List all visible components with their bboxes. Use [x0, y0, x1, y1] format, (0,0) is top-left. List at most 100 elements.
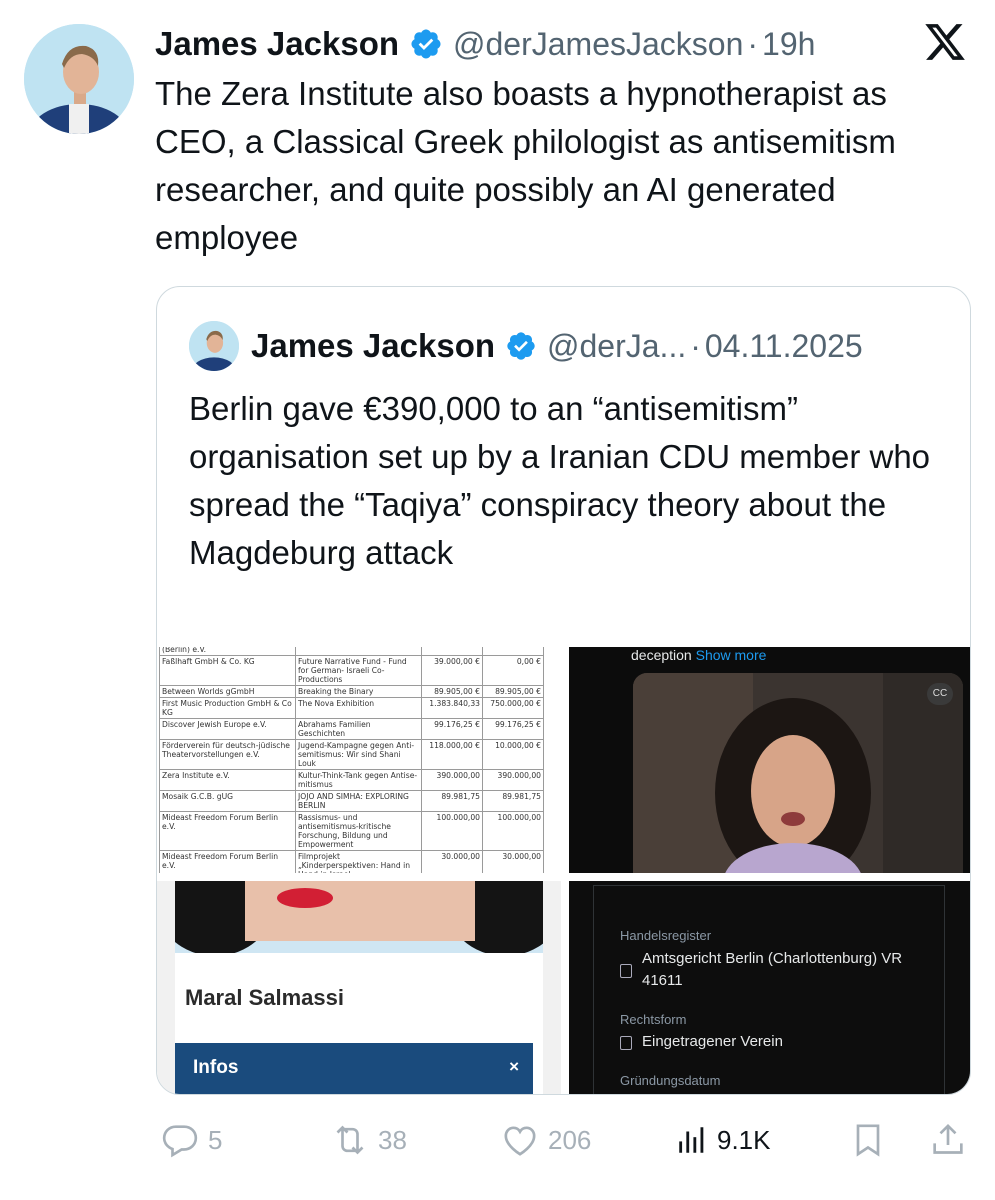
video-still-image [633, 673, 963, 873]
x-logo-icon [923, 20, 967, 64]
reply-button[interactable]: 5 [160, 1118, 222, 1162]
tweet-text: The Zera Institute also boasts a hypnoth… [155, 75, 896, 256]
share-button[interactable] [928, 1118, 968, 1162]
gruendungsdatum-label: Gründungsdatum [620, 1073, 721, 1088]
separator-dot: · [747, 25, 759, 62]
author-name[interactable]: James Jackson [155, 25, 399, 63]
media-funding-table[interactable]: (Berlin) e.V. Faßlhaft GmbH & Co. KG Futur… [157, 647, 561, 873]
quoted-author-avatar [189, 321, 239, 371]
table-cell: JOJO AND SIMHA: EXPLORING BERLIN [295, 790, 422, 812]
table-cell: 390.000,00 [482, 769, 544, 791]
table-row: Mideast Freedom Forum Berlin e.V. Filmpro… [159, 850, 544, 873]
handelsregister-value: Amtsgericht Berlin (Charlottenburg) VR 4… [642, 950, 903, 989]
table-cell: Between Worlds gGmbH [159, 685, 296, 698]
quoted-tweet-card[interactable]: James Jackson @derJa... · 04.11.2025 Ber… [156, 286, 971, 1095]
table-row: Mideast Freedom Forum Berlin e.V. Rassism… [159, 811, 544, 851]
table-cell: 1.383.840,33 [421, 697, 483, 719]
table-cell: 100.000,00 [421, 811, 483, 851]
tweet-action-bar: 5 38 206 9.1K [160, 1118, 970, 1162]
heart-icon [504, 1126, 536, 1156]
like-button[interactable]: 206 [500, 1118, 591, 1162]
rechtsform-label: Rechtsform [620, 1012, 687, 1027]
quoted-tweet-header: James Jackson @derJa... · 04.11.2025 [189, 319, 863, 373]
separator-dot: · [690, 327, 701, 364]
registry-panel: Handelsregister Amtsgericht Berlin (Char… [593, 885, 945, 1094]
reply-icon [162, 1125, 198, 1158]
captions-icon[interactable]: CC [927, 683, 953, 705]
views-icon [679, 1127, 704, 1153]
table-cell: 118.000,00 € [421, 739, 483, 770]
table-cell: Faßlhaft GmbH & Co. KG [159, 655, 296, 686]
document-icon [620, 964, 632, 978]
table-cell: Förderverein für deutsch-jüdische Theate… [159, 739, 296, 770]
table-cell [482, 647, 544, 656]
author-handle[interactable]: @derJamesJackson [453, 26, 743, 63]
reply-count: 5 [208, 1124, 223, 1155]
video-frame[interactable]: CC [633, 673, 963, 873]
table-cell: Rassismus- und antisemitismus-kritische … [295, 811, 422, 851]
rechtsform-value: Eingetragener Verein [642, 1033, 783, 1050]
repost-count: 38 [378, 1124, 407, 1155]
table-cell: (Berlin) e.V. [159, 647, 296, 656]
table-cell: Abrahams Familien Geschichten [295, 718, 422, 740]
video-caption: deception Show more [631, 647, 766, 663]
table-row: Faßlhaft GmbH & Co. KG Future Narrative F… [159, 655, 544, 686]
like-count: 206 [548, 1124, 592, 1155]
media-video[interactable]: deception Show more CC [569, 647, 970, 873]
table-cell: Kultur-Think-Tank gegen Antise-mitismus [295, 769, 422, 791]
funding-table: (Berlin) e.V. Faßlhaft GmbH & Co. KG Futur… [159, 647, 544, 873]
views-count: 9.1K [717, 1124, 771, 1155]
table-cell: Zera Institute e.V. [159, 769, 296, 791]
table-cell: Jugend-Kampagne gegen Anti-semitismus: W… [295, 739, 422, 770]
bookmark-button[interactable] [848, 1118, 888, 1162]
media-profile-screenshot[interactable]: Maral Salmassi Infos × [157, 881, 561, 1094]
table-row: Mosaik G.C.B. gUG JOJO AND SIMHA: EXPLORI… [159, 790, 544, 812]
table-cell: 99.176,25 € [482, 718, 544, 740]
tweet-timestamp[interactable]: 19h [762, 26, 815, 63]
table-row: Förderverein für deutsch-jüdische Theate… [159, 739, 544, 770]
show-more-link[interactable]: Show more [696, 647, 767, 663]
author-avatar[interactable] [24, 24, 134, 134]
repost-icon [336, 1125, 364, 1155]
table-row: Discover Jewish Europe e.V. Abrahams Fami… [159, 718, 544, 740]
table-cell: 30.000,00 [421, 850, 483, 873]
table-cell: The Nova Exhibition [295, 697, 422, 719]
table-cell: 390.000,00 [421, 769, 483, 791]
quoted-author-handle: @derJa... [547, 327, 687, 364]
infos-label: Infos [193, 1057, 239, 1078]
views-button[interactable]: 9.1K [675, 1118, 771, 1162]
table-cell: 750.000,00 € [482, 697, 544, 719]
media-grid: (Berlin) e.V. Faßlhaft GmbH & Co. KG Futur… [157, 647, 970, 1094]
table-cell: 10.000,00 € [482, 739, 544, 770]
table-row: (Berlin) e.V. [159, 647, 544, 656]
table-cell: Discover Jewish Europe e.V. [159, 718, 296, 740]
building-icon [620, 1036, 632, 1050]
quoted-author-name: James Jackson [251, 327, 496, 364]
table-cell: Future Narrative Fund - Fund for German-… [295, 655, 422, 686]
video-caption-text: deception [631, 647, 692, 663]
table-cell: 89.981,75 [421, 790, 483, 812]
table-cell: 30.000,00 [482, 850, 544, 873]
profile-photo [175, 881, 543, 953]
table-cell: Breaking the Binary [295, 685, 422, 698]
share-icon [933, 1123, 963, 1154]
table-row: Zera Institute e.V. Kultur-Think-Tank geg… [159, 769, 544, 791]
table-cell: 39.000,00 € [421, 655, 483, 686]
repost-button[interactable]: 38 [330, 1118, 407, 1162]
author-avatar-image [24, 24, 134, 134]
close-icon[interactable]: × [509, 1057, 519, 1077]
quoted-tweet-text: Berlin gave €390,000 to an “antisemitism… [189, 390, 931, 571]
tweet-header: James Jackson @derJamesJackson · 19h [155, 22, 975, 66]
table-cell: 89.905,00 € [421, 685, 483, 698]
table-cell: 89.981,75 [482, 790, 544, 812]
table-cell: 0,00 € [482, 655, 544, 686]
quoted-tweet-date: 04.11.2025 [704, 327, 863, 364]
table-cell: 100.000,00 [482, 811, 544, 851]
media-registry-screenshot[interactable]: Handelsregister Amtsgericht Berlin (Char… [569, 881, 970, 1094]
profile-name: Maral Salmassi [185, 985, 344, 1010]
table-row: First Music Production GmbH & Co KG The N… [159, 697, 544, 719]
table-cell: Mideast Freedom Forum Berlin e.V. [159, 850, 296, 873]
verified-badge-icon [505, 330, 537, 362]
table-cell: 89.905,00 € [482, 685, 544, 698]
infos-accordion[interactable]: Infos × [175, 1043, 533, 1094]
